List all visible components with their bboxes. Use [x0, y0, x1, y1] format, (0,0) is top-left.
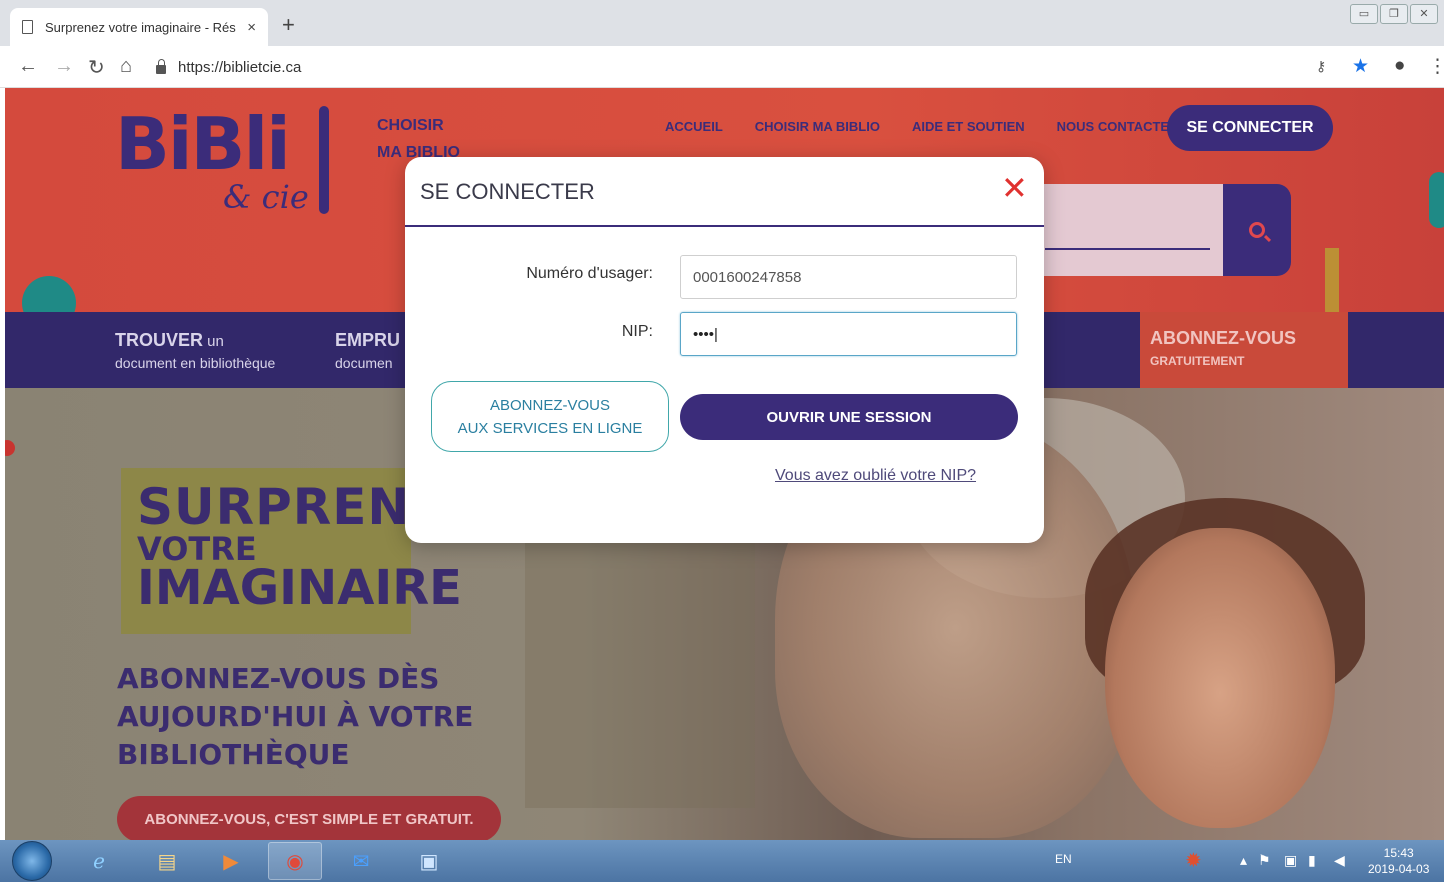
- hero-subtitle-line2: AUJOURD'HUI À VOTRE: [117, 700, 474, 733]
- nav-aide-et-soutien[interactable]: AIDE ET SOUTIEN: [912, 119, 1025, 134]
- home-icon[interactable]: ⌂: [120, 55, 132, 78]
- subscribe-online-button[interactable]: ABONNEZ-VOUS AUX SERVICES EN LIGNE: [431, 381, 669, 452]
- profile-icon[interactable]: ●: [1394, 55, 1405, 77]
- network-app-icon[interactable]: ▣: [402, 842, 456, 880]
- category-trouver[interactable]: TROUVER un document en bibliothèque: [115, 330, 275, 371]
- windows-taskbar: ℯ ▤ ▶ ◉ ✉ ▣ EN ✹ ▴ ⚑ ▣ ▮ ◀ 15:43 2019-04…: [0, 840, 1444, 882]
- search-panel: [1040, 184, 1226, 276]
- nav-nous-contacter[interactable]: NOUS CONTACTER: [1057, 119, 1179, 134]
- category-abonnez-sub: GRATUITEMENT: [1150, 354, 1245, 368]
- site-logo-sub: & cie: [223, 178, 309, 216]
- reload-icon[interactable]: ↻: [88, 55, 105, 80]
- network-signal-icon[interactable]: ▮: [1308, 852, 1316, 869]
- category-trouver-sub: document en bibliothèque: [115, 355, 276, 371]
- logo-divider: [319, 106, 329, 214]
- window-controls: ▭ ❐ ✕: [1350, 4, 1438, 24]
- media-player-icon[interactable]: ▶: [204, 842, 258, 880]
- category-emprunter[interactable]: EMPRU documen: [335, 330, 400, 371]
- maximize-icon[interactable]: ❐: [1380, 4, 1408, 24]
- choisir-line1: CHOISIR: [377, 117, 444, 134]
- forgot-pin-link[interactable]: Vous avez oublié votre NIP?: [775, 467, 976, 485]
- modal-divider: [405, 225, 1044, 227]
- open-session-button[interactable]: OUVRIR UNE SESSION: [680, 394, 1018, 440]
- category-trouver-title: TROUVER: [115, 330, 204, 350]
- decorative-dot-red: [5, 440, 15, 456]
- url-field[interactable]: https://biblietcie.ca: [156, 52, 1336, 82]
- back-icon[interactable]: ←: [18, 55, 38, 78]
- pin-field[interactable]: ••••|: [680, 312, 1017, 356]
- minimize-icon[interactable]: ▭: [1350, 4, 1378, 24]
- key-icon[interactable]: ⚷: [1316, 58, 1326, 75]
- se-connecter-button[interactable]: SE CONNECTER: [1167, 105, 1333, 151]
- site-logo[interactable]: BiBli: [115, 102, 291, 186]
- nav-accueil[interactable]: ACCUEIL: [665, 119, 723, 134]
- close-icon[interactable]: ✕: [1001, 171, 1028, 205]
- hero-subtitle-line3: BIBLIOTHÈQUE: [117, 738, 350, 771]
- forward-icon[interactable]: →: [54, 55, 74, 78]
- category-emprunter-sub: documen: [335, 355, 393, 371]
- document-icon: [22, 20, 33, 34]
- search-input[interactable]: [1045, 248, 1210, 250]
- nav-choisir-ma-biblio[interactable]: CHOISIR MA BIBLIO: [755, 119, 880, 134]
- login-modal: SE CONNECTER ✕ Numéro d'usager: 00016002…: [405, 157, 1044, 543]
- start-button[interactable]: [12, 841, 52, 881]
- url-text: https://biblietcie.ca: [178, 58, 302, 76]
- tab-title: Surprenez votre imaginaire - Rés: [45, 19, 236, 35]
- menu-icon[interactable]: ⋮: [1428, 55, 1444, 78]
- system-clock[interactable]: 15:43 2019-04-03: [1368, 845, 1429, 877]
- chrome-icon[interactable]: ◉: [268, 842, 322, 880]
- bookmark-star-icon[interactable]: ★: [1352, 55, 1369, 78]
- subscribe-online-line1: ABONNEZ-VOUS: [489, 396, 610, 414]
- hero-subtitle: ABONNEZ-VOUS DÈS AUJOURD'HUI À VOTRE BIB…: [117, 660, 473, 774]
- close-window-icon[interactable]: ✕: [1410, 4, 1438, 24]
- address-bar: ← → ↻ ⌂ https://biblietcie.ca ⚷ ★ ● ⋮: [0, 46, 1444, 88]
- pin-label: NIP:: [621, 323, 653, 340]
- category-emprunter-title: EMPRU: [335, 330, 401, 350]
- hero-photo-girl: [1105, 528, 1335, 828]
- tray-expand-icon[interactable]: ▴: [1240, 852, 1247, 869]
- tab-close-icon[interactable]: ×: [247, 19, 256, 36]
- category-abonnez-title: ABONNEZ-VOUS: [1150, 328, 1297, 348]
- user-number-field[interactable]: 0001600247858: [680, 255, 1017, 299]
- tray-app-icon[interactable]: ⚑: [1258, 852, 1271, 869]
- hero-title-line3: IMAGINAIRE: [137, 560, 462, 616]
- tray-device-icon[interactable]: ▣: [1284, 852, 1297, 869]
- category-abonnez[interactable]: ABONNEZ-VOUS GRATUITEMENT: [1140, 312, 1348, 388]
- new-tab-button[interactable]: +: [282, 12, 295, 38]
- notification-flag-icon[interactable]: ✹: [1185, 848, 1202, 873]
- browser-tab-bar: Surprenez votre imaginaire - Rés × + ▭ ❐…: [0, 0, 1444, 46]
- outlook-icon[interactable]: ✉: [334, 842, 388, 880]
- lock-icon: [156, 58, 166, 74]
- clock-time: 15:43: [1383, 846, 1414, 860]
- category-trouver-title-small: un: [203, 333, 224, 350]
- browser-tab[interactable]: Surprenez votre imaginaire - Rés ×: [10, 8, 268, 46]
- search-button[interactable]: [1223, 184, 1291, 276]
- volume-icon[interactable]: ◀: [1334, 852, 1345, 869]
- language-indicator[interactable]: EN: [1055, 852, 1072, 866]
- top-navigation: ACCUEIL CHOISIR MA BIBLIO AIDE ET SOUTIE…: [665, 119, 1178, 134]
- file-explorer-icon[interactable]: ▤: [140, 842, 194, 880]
- clock-date: 2019-04-03: [1368, 862, 1430, 876]
- search-icon: [1249, 222, 1265, 238]
- hero-cta-button[interactable]: ABONNEZ-VOUS, C'EST SIMPLE ET GRATUIT.: [117, 796, 501, 840]
- hero-subtitle-line1: ABONNEZ-VOUS DÈS: [117, 662, 440, 695]
- decorative-bar: [1429, 172, 1444, 228]
- internet-explorer-icon[interactable]: ℯ: [72, 842, 126, 880]
- modal-title: SE CONNECTER: [420, 179, 595, 204]
- user-number-label: Numéro d'usager:: [526, 265, 653, 282]
- hero-bookshelf-image: [525, 508, 755, 808]
- subscribe-online-line2: AUX SERVICES EN LIGNE: [457, 419, 643, 437]
